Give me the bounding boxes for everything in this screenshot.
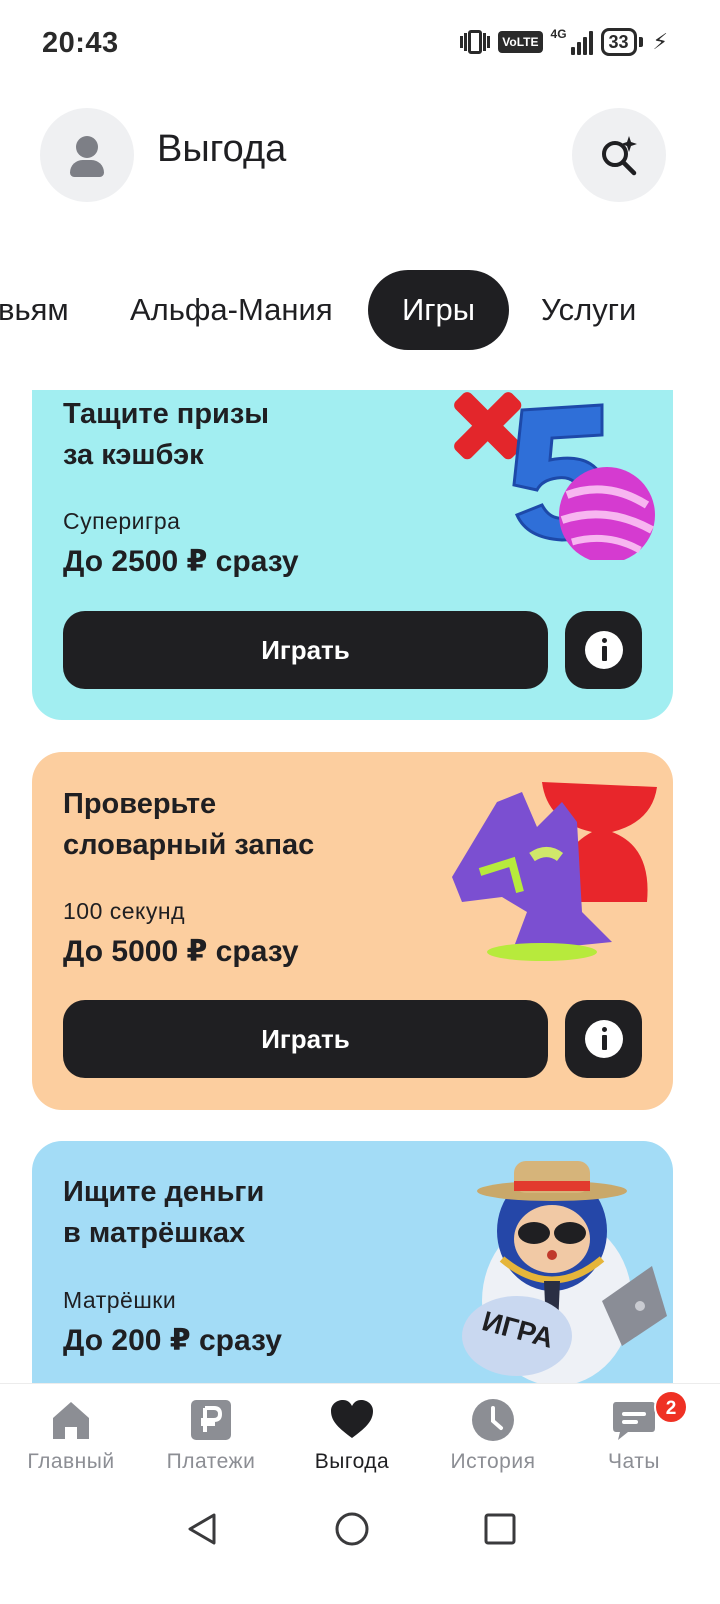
nav-item-history[interactable]: История bbox=[423, 1384, 563, 1494]
battery-icon: 33 bbox=[600, 28, 643, 56]
nav-item-home[interactable]: Главный bbox=[1, 1384, 141, 1494]
battery-level: 33 bbox=[600, 28, 637, 56]
game-card-matryoshka: ИГРА Ищите деньги в матрёшках Матрёшки Д… bbox=[32, 1141, 673, 1385]
card-title-line2: за кэшбэк bbox=[63, 439, 204, 471]
profile-avatar-button[interactable] bbox=[40, 108, 134, 202]
status-bar: 20:43 VoLTE 4G 33 ⚡ bbox=[0, 0, 720, 88]
card-title-line2: в матрёшках bbox=[63, 1217, 246, 1249]
card-subtitle: Суперигра bbox=[63, 508, 181, 534]
tab-partial[interactable]: вьям bbox=[0, 270, 69, 350]
play-button[interactable]: Играть bbox=[63, 1000, 548, 1078]
heart-icon bbox=[331, 1400, 373, 1438]
info-icon bbox=[585, 631, 623, 669]
nav-label: Выгода bbox=[314, 1450, 390, 1473]
system-navigation-bar bbox=[0, 1493, 720, 1604]
card-amount: До 200 ₽ сразу bbox=[63, 1324, 282, 1357]
status-time: 20:43 bbox=[42, 27, 119, 59]
game-art-horse-icon bbox=[452, 782, 657, 961]
card-subtitle: Матрёшки bbox=[63, 1287, 177, 1313]
charging-icon: ⚡ bbox=[652, 29, 668, 54]
info-icon bbox=[585, 1020, 623, 1058]
nav-label: История bbox=[450, 1450, 536, 1473]
tab-services[interactable]: Услуги bbox=[541, 270, 636, 350]
vibrate-icon bbox=[460, 28, 491, 56]
user-icon bbox=[76, 136, 98, 158]
play-button[interactable]: Играть bbox=[63, 611, 548, 689]
card-amount: До 5000 ₽ сразу bbox=[63, 935, 299, 968]
page-title: Выгода bbox=[157, 128, 287, 170]
category-tabs: вьям Альфа-Мания Игры Услуги bbox=[0, 270, 720, 352]
info-button[interactable] bbox=[565, 1000, 642, 1078]
nav-label: Платежи bbox=[166, 1450, 256, 1473]
home-circle-icon[interactable] bbox=[334, 1511, 370, 1547]
card-subtitle: 100 секунд bbox=[63, 898, 185, 924]
game-art-matryoshka-icon: ИГРА bbox=[462, 1161, 667, 1385]
home-icon bbox=[53, 1402, 89, 1439]
game-card-vocabulary: Проверьте словарный запас 100 секунд До … bbox=[32, 752, 673, 1110]
search-sparkle-icon bbox=[602, 136, 637, 176]
tab-games[interactable]: Игры bbox=[368, 270, 509, 350]
game-card-cashback: Тащите призы за кэшбэк Суперигра До 2500… bbox=[32, 390, 673, 720]
card-title-line1: Ищите деньги bbox=[63, 1176, 265, 1208]
search-button[interactable] bbox=[572, 108, 666, 202]
screen: 20:43 VoLTE 4G 33 ⚡ Выгода вьям Альфа-Ма… bbox=[0, 0, 720, 1604]
games-list: Тащите призы за кэшбэк Суперигра До 2500… bbox=[0, 390, 720, 1385]
card-title-line1: Тащите призы bbox=[63, 398, 270, 430]
ruble-icon bbox=[191, 1400, 231, 1440]
card-title-line1: Проверьте bbox=[63, 788, 217, 820]
info-button[interactable] bbox=[565, 611, 642, 689]
nav-item-benefits[interactable]: Выгода bbox=[282, 1384, 422, 1494]
card-amount: До 2500 ₽ сразу bbox=[63, 545, 299, 578]
nav-item-chats[interactable]: 2 Чаты bbox=[564, 1384, 704, 1494]
back-icon[interactable] bbox=[184, 1511, 220, 1547]
nav-item-payments[interactable]: Платежи bbox=[141, 1384, 281, 1494]
recents-icon[interactable] bbox=[484, 1513, 516, 1545]
nav-label: Чаты bbox=[608, 1450, 660, 1473]
game-art-x5-icon bbox=[454, 392, 655, 560]
network-type-label: 4G bbox=[550, 27, 567, 41]
bottom-navigation: Главный Платежи Выгода История 2 Чаты bbox=[0, 1383, 720, 1493]
tab-alfa-mania[interactable]: Альфа-Мания bbox=[130, 270, 333, 350]
volte-icon: VoLTE bbox=[498, 31, 543, 53]
nav-label: Главный bbox=[27, 1450, 115, 1473]
chat-icon bbox=[613, 1402, 655, 1440]
clock-icon bbox=[472, 1399, 514, 1441]
chats-unread-badge: 2 bbox=[654, 1390, 688, 1424]
card-title-line2: словарный запас bbox=[63, 829, 315, 861]
signal-icon: 4G bbox=[550, 27, 593, 55]
status-icons: VoLTE 4G 33 ⚡ bbox=[460, 27, 668, 56]
